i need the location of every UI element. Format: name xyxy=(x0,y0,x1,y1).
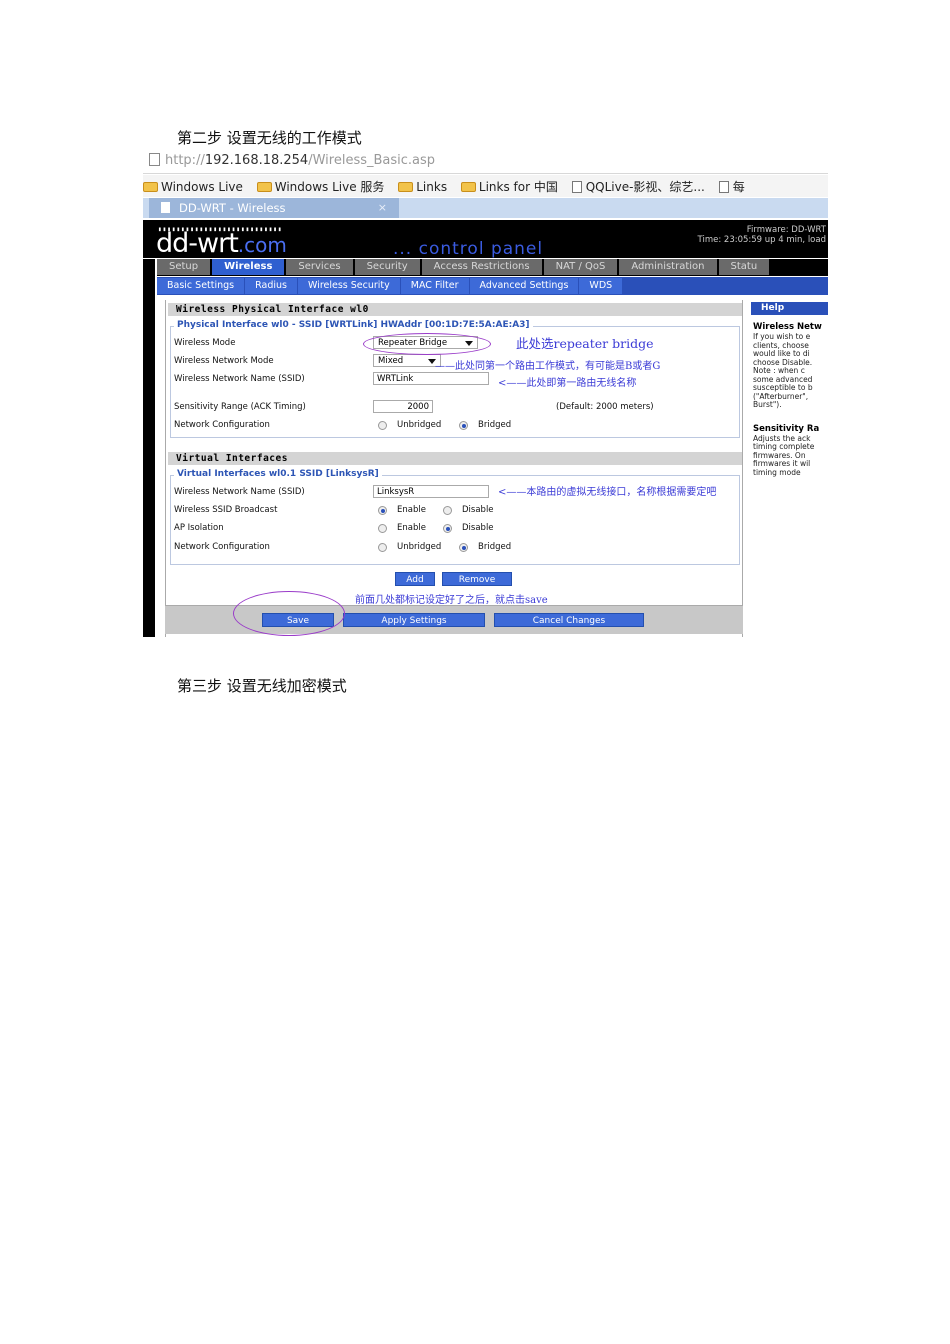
virtual-section-title: Virtual Interfaces xyxy=(168,452,742,465)
page-icon xyxy=(161,202,170,213)
folder-icon xyxy=(143,182,158,192)
step3-heading: 第三步 设置无线加密模式 xyxy=(177,677,347,695)
network-config-label: Network Configuration xyxy=(174,420,270,430)
subtab-advanced-settings[interactable]: Advanced Settings xyxy=(469,278,579,294)
tab-administration[interactable]: Administration xyxy=(619,259,717,275)
folder-icon xyxy=(256,182,272,192)
cancel-changes-button[interactable]: Cancel Changes xyxy=(494,613,644,627)
favorites-bar: Windows Live Windows Live 服务 Links Links… xyxy=(143,175,828,197)
network-mode-label: Wireless Network Mode xyxy=(174,356,274,366)
network-mode-select[interactable]: Mixed xyxy=(373,354,441,367)
add-button[interactable]: Add xyxy=(395,572,435,586)
virtual-bridged-label: Bridged xyxy=(478,542,512,552)
broadcast-disable-label: Disable xyxy=(462,505,494,515)
unbridged-label: Unbridged xyxy=(397,420,442,430)
physical-legend: Physical Interface wl0 - SSID [WRTLink] … xyxy=(174,320,533,330)
tab-services[interactable]: Services xyxy=(286,259,353,275)
favorite-links[interactable]: Links xyxy=(398,180,447,194)
sensitivity-label: Sensitivity Range (ACK Timing) xyxy=(174,402,306,412)
bridged-radio[interactable] xyxy=(459,421,468,430)
ssid-input[interactable]: WRTLink xyxy=(373,372,489,385)
url-prefix: http:// xyxy=(165,153,205,168)
subtab-mac-filter[interactable]: MAC Filter xyxy=(400,278,469,294)
browser-tab[interactable]: DD-WRT - Wireless × xyxy=(149,198,399,218)
sensitivity-default: (Default: 2000 meters) xyxy=(556,402,654,412)
ap-disable-radio[interactable] xyxy=(443,524,452,533)
page-icon xyxy=(149,153,160,166)
annotation-virtual: <——本路由的虚拟无线接口，名称根据需要定吧 xyxy=(498,487,717,498)
broadcast-enable-label: Enable xyxy=(397,505,426,515)
virtual-network-config-label: Network Configuration xyxy=(174,542,270,552)
help-panel: Help Wireless Netw If you wish to e clie… xyxy=(751,302,828,637)
ap-isolation-label: AP Isolation xyxy=(174,523,224,533)
tab-setup[interactable]: Setup xyxy=(157,259,211,275)
annotation-mode: 此处选repeater bridge xyxy=(516,336,654,351)
wireless-mode-label: Wireless Mode xyxy=(174,338,236,348)
unbridged-radio[interactable] xyxy=(378,421,387,430)
tab-security[interactable]: Security xyxy=(354,259,420,275)
folder-icon xyxy=(460,182,476,192)
ap-disable-label: Disable xyxy=(462,523,494,533)
help-heading-sensitivity: Sensitivity Ra xyxy=(753,423,820,434)
annotation-ssid: <——此处即第一路由无线名称 xyxy=(498,378,637,389)
physical-section-title: Wireless Physical Interface wl0 xyxy=(168,303,742,316)
favorite-windows-live[interactable]: Windows Live xyxy=(143,180,243,194)
annotation-save: 前面几处都标记设定好了之后，就点击save xyxy=(355,595,548,606)
close-icon[interactable]: × xyxy=(378,201,387,214)
favorite-links-china[interactable]: Links for 中国 xyxy=(460,178,558,195)
page-icon xyxy=(571,181,582,193)
virtual-ssid-input[interactable]: LinksysR xyxy=(373,485,489,498)
tab-wireless[interactable]: Wireless xyxy=(212,259,285,275)
screenshot: http://192.168.18.254/Wireless_Basic.asp… xyxy=(143,150,828,637)
tab-access-restrictions[interactable]: Access Restrictions xyxy=(421,259,542,275)
virtual-bridged-radio[interactable] xyxy=(459,543,468,552)
folder-icon xyxy=(398,182,414,192)
tab-nat-qos[interactable]: NAT / QoS xyxy=(543,259,618,275)
subtab-radius[interactable]: Radius xyxy=(245,278,297,294)
bridged-label: Bridged xyxy=(478,420,512,430)
ssid-broadcast-label: Wireless SSID Broadcast xyxy=(174,505,278,515)
tab-bar: DD-WRT - Wireless × xyxy=(143,198,828,218)
favorite-qqlive[interactable]: QQLive-影视、综艺... xyxy=(571,178,705,195)
logo: dd-wrt.com xyxy=(156,228,287,259)
favorite-windows-live-services[interactable]: Windows Live 服务 xyxy=(256,178,384,195)
virtual-ssid-label: Wireless Network Name (SSID) xyxy=(174,487,305,497)
router-header: ▮▮▮▮▮▮▮▮▮▮▮▮▮▮▮▮▮▮▮▮▮▮▮▮▮▮▮ dd-wrt.com .… xyxy=(143,220,828,259)
virtual-unbridged-label: Unbridged xyxy=(397,542,442,552)
control-panel-title: ... control panel xyxy=(393,239,544,259)
save-highlight-oval xyxy=(233,591,345,636)
mode-highlight-oval xyxy=(363,333,491,355)
tab-status[interactable]: Statu xyxy=(718,259,770,275)
url-host: 192.168.18.254 xyxy=(204,153,309,168)
step2-heading: 第二步 设置无线的工作模式 xyxy=(177,129,362,147)
ssid-label: Wireless Network Name (SSID) xyxy=(174,374,305,384)
firmware-info: Firmware: DD-WRT Time: 23:05:59 up 4 min… xyxy=(697,225,826,245)
sensitivity-input[interactable]: 2000 xyxy=(373,400,433,413)
virtual-legend: Virtual Interfaces wl0.1 SSID [LinksysR] xyxy=(174,469,382,479)
virtual-unbridged-radio[interactable] xyxy=(378,543,387,552)
help-title: Help xyxy=(751,302,828,315)
ap-enable-label: Enable xyxy=(397,523,426,533)
sub-nav: Basic Settings Radius Wireless Security MAC… xyxy=(157,277,828,295)
apply-settings-button[interactable]: Apply Settings xyxy=(343,613,485,627)
favorite-more[interactable]: 每 xyxy=(718,178,745,195)
annotation-netmode: ——此处同第一个路由工作模式，有可能是B或者G xyxy=(435,361,661,372)
main-nav: Setup Wireless Services Security Access Rest… xyxy=(157,259,828,276)
broadcast-enable-radio[interactable] xyxy=(378,506,387,515)
subtab-wds[interactable]: WDS xyxy=(579,278,623,294)
page-icon xyxy=(718,181,729,193)
ap-enable-radio[interactable] xyxy=(378,524,387,533)
remove-button[interactable]: Remove xyxy=(442,572,512,586)
left-frame xyxy=(143,259,155,637)
broadcast-disable-radio[interactable] xyxy=(443,506,452,515)
address-bar[interactable]: http://192.168.18.254/Wireless_Basic.asp xyxy=(143,150,828,174)
help-heading-wireless: Wireless Netw xyxy=(753,322,822,332)
subtab-basic-settings[interactable]: Basic Settings xyxy=(157,278,245,294)
tab-title: DD-WRT - Wireless xyxy=(179,201,286,215)
subtab-wireless-security[interactable]: Wireless Security xyxy=(298,278,400,294)
url-path: /Wireless_Basic.asp xyxy=(308,153,436,168)
